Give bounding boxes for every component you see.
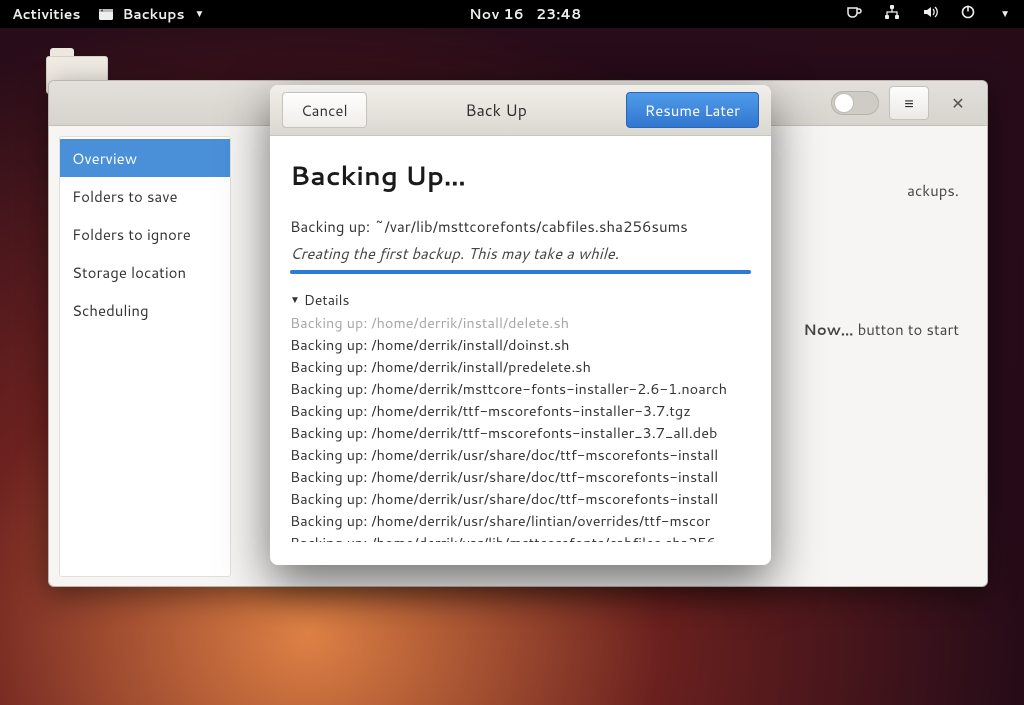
sidebar-item-folders-to-ignore[interactable]: Folders to ignore: [60, 215, 230, 253]
gnome-topbar: Activities Backups ▼ Nov 16 23:48 ▼: [0, 0, 1024, 28]
dialog-title: Back Up: [465, 99, 527, 122]
log-line: Backing up: /home/derrik/var/lib/msttcor…: [290, 532, 751, 542]
hamburger-menu-button[interactable]: ≡: [889, 86, 929, 120]
system-menu-chevron-icon[interactable]: ▼: [1000, 7, 1010, 21]
chevron-down-icon: ▼: [195, 7, 205, 21]
hamburger-icon: ≡: [904, 92, 913, 115]
dialog-heading: Backing Up…: [290, 158, 751, 194]
log-line: Backing up: /home/derrik/usr/share/doc/t…: [290, 466, 751, 488]
auto-backup-switch[interactable]: [831, 91, 879, 115]
power-icon[interactable]: [960, 4, 976, 25]
log-line: Backing up: /home/derrik/usr/share/doc/t…: [290, 444, 751, 466]
sidebar-item-scheduling[interactable]: Scheduling: [60, 291, 230, 329]
topbar-time[interactable]: 23:48: [536, 4, 582, 24]
backup-progress-dialog: Cancel Back Up Resume Later Backing Up… …: [270, 85, 771, 565]
log-output: Backing up: /home/derrik/install/delete.…: [290, 312, 751, 542]
log-line: Backing up: /home/derrik/usr/share/linti…: [290, 510, 751, 532]
log-line: Backing up: /home/derrik/install/predele…: [290, 356, 751, 378]
cancel-button[interactable]: Cancel: [282, 92, 367, 128]
progress-bar: [290, 270, 751, 274]
resume-later-button[interactable]: Resume Later: [626, 92, 759, 128]
sidebar-item-folders-to-save[interactable]: Folders to save: [60, 177, 230, 215]
log-line: Backing up: /home/derrik/install/delete.…: [290, 312, 751, 334]
network-icon[interactable]: [884, 4, 900, 25]
volume-icon[interactable]: [922, 4, 938, 25]
sidebar-item-storage-location[interactable]: Storage location: [60, 253, 230, 291]
triangle-down-icon: ▼: [290, 293, 300, 307]
window-close-button[interactable]: ✕: [939, 87, 977, 119]
topbar-date[interactable]: Nov 16: [469, 4, 524, 24]
sidebar-item-overview[interactable]: Overview: [60, 139, 230, 177]
active-app-menu[interactable]: Backups ▼: [98, 4, 204, 24]
caffeine-icon[interactable]: [846, 4, 862, 25]
activities-button[interactable]: Activities: [12, 4, 80, 24]
details-expander[interactable]: ▼ Details: [290, 290, 751, 310]
active-app-label: Backups: [122, 4, 184, 24]
log-line: Backing up: /home/derrik/msttcore-fonts-…: [290, 378, 751, 400]
close-icon: ✕: [951, 92, 964, 115]
log-line: Backing up: /home/derrik/ttf-mscorefonts…: [290, 400, 751, 422]
status-line: Creating the first backup. This may take…: [290, 243, 751, 264]
details-label: Details: [304, 290, 350, 310]
dialog-headerbar: Cancel Back Up Resume Later: [270, 85, 771, 136]
log-line: Backing up: /home/derrik/ttf-mscorefonts…: [290, 422, 751, 444]
current-file-line: Backing up: ~/var/lib/msttcorefonts/cabf…: [290, 216, 751, 237]
sidebar: Overview Folders to save Folders to igno…: [59, 136, 231, 577]
log-line: Backing up: /home/derrik/install/doinst.…: [290, 334, 751, 356]
deja-dup-icon: [98, 6, 114, 22]
log-line: Backing up: /home/derrik/usr/share/doc/t…: [290, 488, 751, 510]
